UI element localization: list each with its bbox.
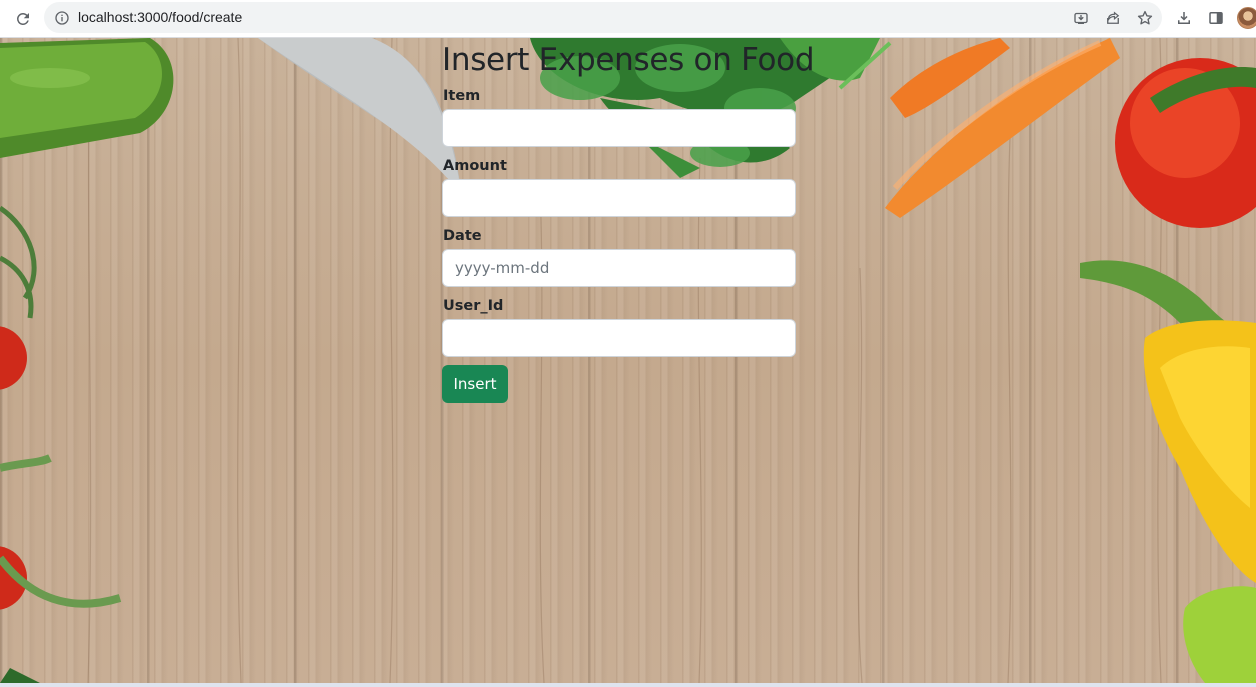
user-id-label: User_Id: [443, 298, 504, 314]
date-label: Date: [443, 228, 482, 244]
item-label: Item: [443, 88, 481, 104]
url-text[interactable]: localhost:3000/food/create: [78, 9, 242, 25]
avatar[interactable]: [1236, 6, 1256, 30]
date-input[interactable]: [442, 249, 796, 287]
share-icon[interactable]: [1102, 7, 1124, 29]
star-icon[interactable]: [1134, 7, 1156, 29]
reload-icon[interactable]: [10, 6, 36, 32]
user-id-input[interactable]: [442, 319, 796, 357]
info-icon[interactable]: [53, 9, 71, 27]
amount-input[interactable]: [442, 179, 796, 217]
bottom-edge: [0, 683, 1256, 687]
item-input[interactable]: [442, 109, 796, 147]
page-viewport: Insert Expenses on Food Item Amount Date…: [0, 38, 1256, 683]
insert-button[interactable]: Insert: [442, 365, 508, 403]
side-panel-icon[interactable]: [1204, 6, 1228, 30]
browser-toolbar: localhost:3000/food/create: [0, 0, 1256, 38]
address-bar[interactable]: localhost:3000/food/create: [44, 2, 1162, 33]
page-title: Insert Expenses on Food: [442, 42, 815, 78]
install-icon[interactable]: [1070, 7, 1092, 29]
download-icon[interactable]: [1172, 6, 1196, 30]
amount-label: Amount: [443, 158, 507, 174]
